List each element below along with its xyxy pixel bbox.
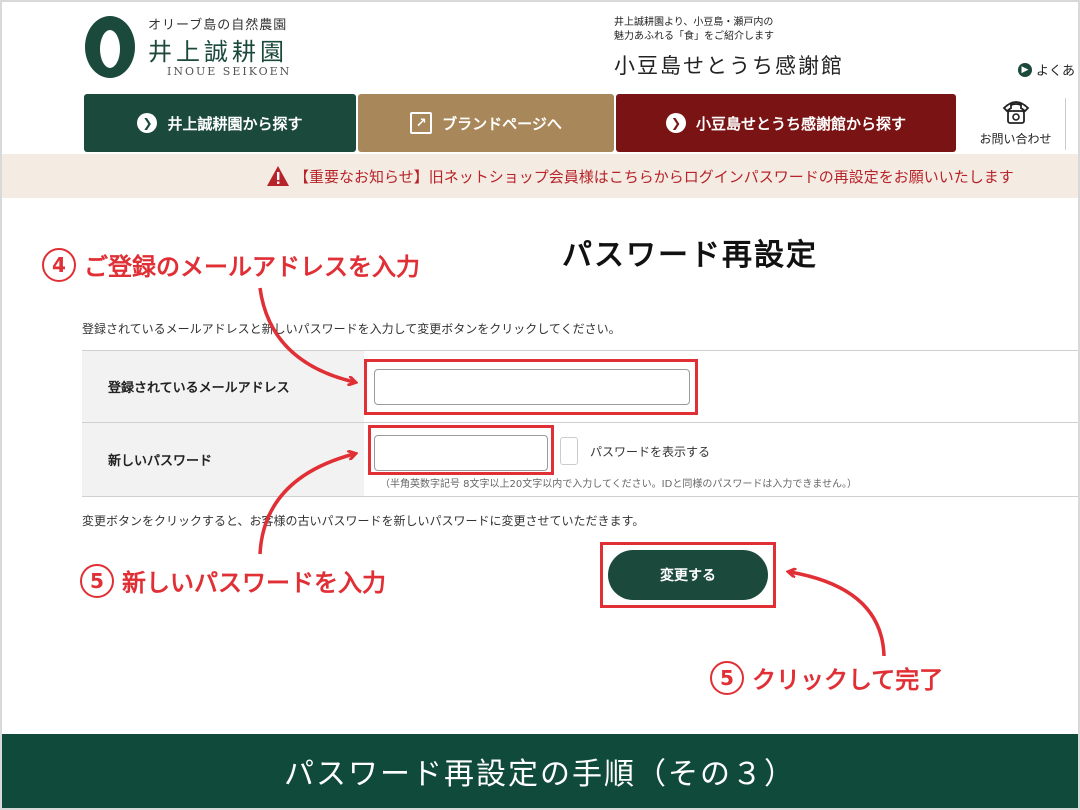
email-label: 登録されているメールアドレス xyxy=(82,351,364,422)
change-note: 変更ボタンをクリックすると、お客様の古いパスワードを新しいパスワードに変更させて… xyxy=(82,514,645,528)
step-5b-number: 5 xyxy=(710,660,744,695)
show-password-checkbox[interactable] xyxy=(560,437,578,465)
password-hint: （半角英数字記号 8文字以上20文字以内で入力してください。IDと同様のパスワー… xyxy=(380,479,858,490)
password-label: 新しいパスワード xyxy=(82,423,364,496)
step-5a-number: 5 xyxy=(80,563,114,598)
step-4-annotation: 4 ご登録のメールアドレスを入力 xyxy=(42,247,420,282)
form-intro: 登録されているメールアドレスと新しいパスワードを入力して変更ボタンをクリックして… xyxy=(82,322,621,336)
step-5b-annotation: 5 クリックして完了 xyxy=(710,660,943,695)
email-highlight-box xyxy=(364,359,698,415)
password-highlight-box xyxy=(368,425,554,475)
step-4-number: 4 xyxy=(42,247,76,282)
step-5a-annotation: 5 新しいパスワードを入力 xyxy=(80,563,386,598)
step-5b-text: クリックして完了 xyxy=(752,666,944,694)
show-password-label: パスワードを表示する xyxy=(590,444,711,459)
step-caption-banner: パスワード再設定の手順（その３） xyxy=(2,734,1078,808)
submit-highlight-box xyxy=(600,542,776,608)
step-5a-text: 新しいパスワードを入力 xyxy=(122,569,386,597)
step-4-text: ご登録のメールアドレスを入力 xyxy=(84,253,420,281)
password-row: 新しいパスワード パスワードを表示する （半角英数字記号 8文字以上20文字以内… xyxy=(82,423,1078,497)
arrow-to-submit xyxy=(790,572,886,657)
show-password-toggle[interactable]: パスワードを表示する xyxy=(560,437,710,465)
screenshot-frame: オリーブ島の自然農園 井上誠耕園 INOUE SEIKOEN 井上誠耕園より、小… xyxy=(2,2,1078,808)
